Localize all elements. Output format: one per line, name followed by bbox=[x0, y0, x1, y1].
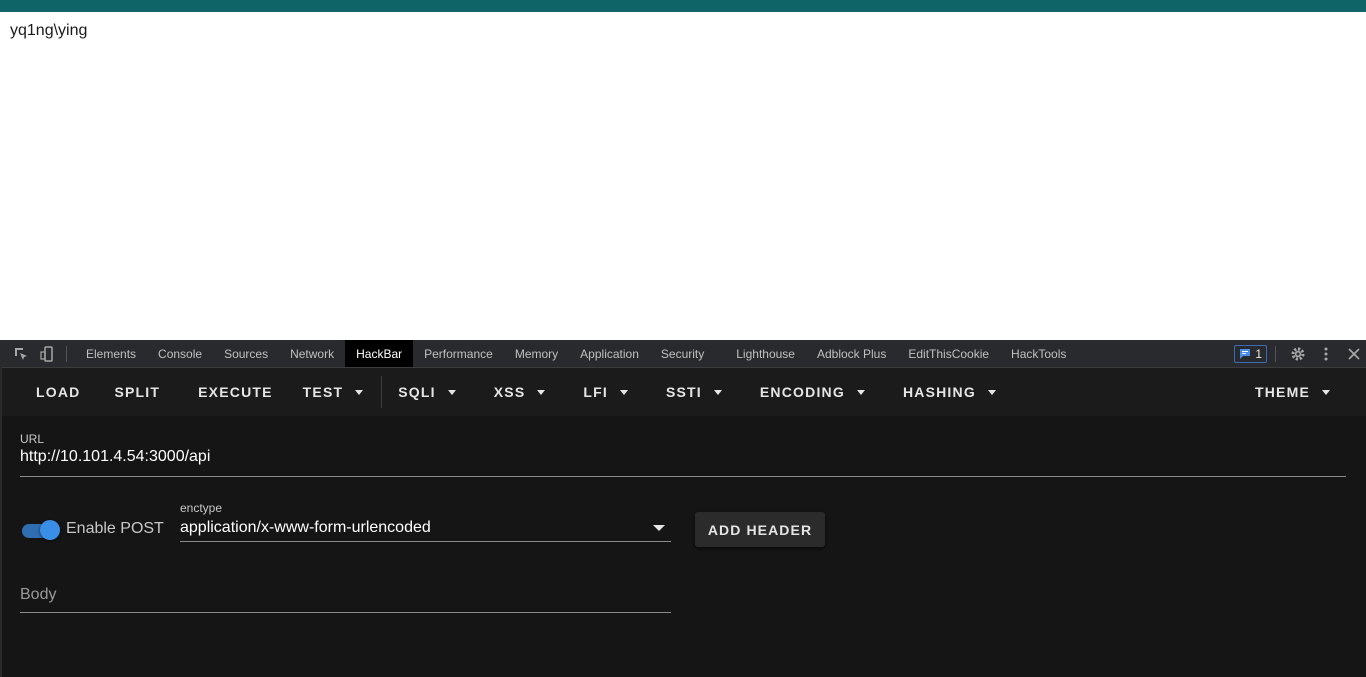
tab-application[interactable]: Application bbox=[569, 340, 650, 367]
tab-hackbar[interactable]: HackBar bbox=[345, 340, 414, 367]
messages-count: 1 bbox=[1255, 347, 1262, 361]
body-input[interactable]: Body bbox=[20, 586, 56, 604]
chevron-down-icon bbox=[987, 389, 996, 395]
lfi-menu-label: LFI bbox=[583, 384, 608, 400]
hashing-menu-button[interactable]: HASHING bbox=[881, 368, 1012, 416]
encoding-menu-label: ENCODING bbox=[759, 384, 845, 400]
chevron-down-icon bbox=[653, 525, 665, 531]
gear-icon[interactable] bbox=[1284, 340, 1312, 368]
tab-security[interactable]: Security bbox=[650, 340, 715, 367]
load-button[interactable]: LOAD bbox=[22, 368, 94, 416]
toggle-thumb bbox=[40, 520, 60, 540]
more-vertical-icon[interactable] bbox=[1312, 340, 1340, 368]
controls-separator bbox=[1275, 346, 1276, 362]
hackbar-toolbar: LOAD SPLIT EXECUTE TEST SQLI XSS LFI SST… bbox=[2, 368, 1366, 416]
messages-badge[interactable]: 1 bbox=[1234, 345, 1267, 363]
test-menu-label: TEST bbox=[302, 384, 344, 400]
chevron-down-icon bbox=[856, 389, 865, 395]
enctype-label: enctype bbox=[180, 501, 223, 515]
enctype-select[interactable]: application/x-www-form-urlencoded bbox=[180, 519, 671, 541]
xss-menu-button[interactable]: XSS bbox=[470, 368, 562, 416]
sqli-menu-button[interactable]: SQLI bbox=[384, 368, 469, 416]
encoding-menu-button[interactable]: ENCODING bbox=[738, 368, 881, 416]
tab-separator bbox=[66, 345, 67, 362]
sqli-menu-label: SQLI bbox=[398, 384, 436, 400]
xss-menu-label: XSS bbox=[493, 384, 526, 400]
enctype-underline bbox=[180, 541, 671, 542]
enable-post-toggle[interactable] bbox=[22, 519, 60, 541]
tab-network[interactable]: Network bbox=[279, 340, 345, 367]
ssti-menu-label: SSTI bbox=[665, 384, 702, 400]
page-text: yq1ng\ying bbox=[10, 22, 88, 39]
tab-lighthouse[interactable]: Lighthouse bbox=[725, 340, 806, 367]
message-icon bbox=[1240, 349, 1251, 359]
tab-adblock-plus[interactable]: Adblock Plus bbox=[806, 340, 897, 367]
web-page: yq1ng\ying bbox=[0, 12, 1366, 340]
theme-menu-label: THEME bbox=[1255, 384, 1310, 400]
chevron-down-icon bbox=[447, 389, 456, 395]
lfi-menu-button[interactable]: LFI bbox=[561, 368, 644, 416]
tab-elements[interactable]: Elements bbox=[75, 340, 147, 367]
split-button[interactable]: SPLIT bbox=[94, 368, 180, 416]
url-underline bbox=[20, 476, 1346, 477]
test-menu-button[interactable]: TEST bbox=[293, 368, 380, 416]
execute-button[interactable]: EXECUTE bbox=[180, 368, 293, 416]
browser-top-strip bbox=[0, 0, 1366, 12]
enable-post-label: Enable POST bbox=[66, 520, 164, 537]
ssti-menu-button[interactable]: SSTI bbox=[644, 368, 738, 416]
chevron-down-icon bbox=[619, 389, 628, 395]
chevron-down-icon bbox=[713, 389, 722, 395]
chevron-down-icon bbox=[355, 389, 364, 395]
theme-menu-button[interactable]: THEME bbox=[1241, 368, 1344, 416]
close-icon[interactable] bbox=[1340, 340, 1366, 368]
add-header-button[interactable]: ADD HEADER bbox=[695, 512, 825, 547]
tab-sources[interactable]: Sources bbox=[213, 340, 279, 367]
tab-console[interactable]: Console bbox=[147, 340, 213, 367]
device-toolbar-icon[interactable] bbox=[34, 340, 60, 367]
tab-editthiscookie[interactable]: EditThisCookie bbox=[897, 340, 1000, 367]
hashing-menu-label: HASHING bbox=[902, 384, 976, 400]
tab-memory[interactable]: Memory bbox=[504, 340, 569, 367]
chevron-down-icon bbox=[537, 389, 546, 395]
devtools-tab-bar: Elements Console Sources Network HackBar… bbox=[2, 340, 1366, 368]
url-label: URL bbox=[20, 432, 45, 446]
url-input[interactable]: http://10.101.4.54:3000/api bbox=[20, 448, 1346, 470]
devtools-right-controls: 1 bbox=[1234, 340, 1366, 368]
chevron-down-icon bbox=[1322, 389, 1330, 395]
inspect-element-icon[interactable] bbox=[8, 340, 34, 367]
body-underline bbox=[20, 612, 671, 613]
devtools-panel: Elements Console Sources Network HackBar… bbox=[0, 340, 1366, 677]
tab-performance[interactable]: Performance bbox=[413, 340, 504, 367]
tab-hacktools[interactable]: HackTools bbox=[1000, 340, 1077, 367]
toolbar-divider bbox=[381, 376, 383, 408]
